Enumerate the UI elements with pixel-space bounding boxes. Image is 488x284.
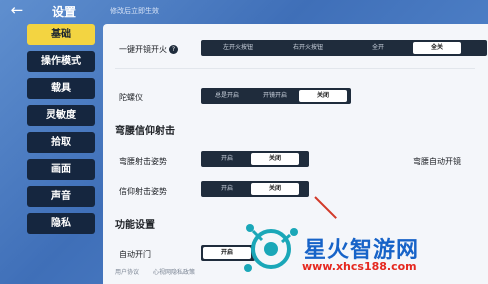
option-off[interactable]: 关闭	[251, 183, 299, 195]
option-off[interactable]: 关闭	[299, 90, 347, 102]
auto-open-door-segment: 开启	[201, 245, 255, 261]
settings-hint: 修改后立即生效	[110, 7, 159, 15]
privacy-policy-link[interactable]: 心视网隐私政策	[153, 269, 195, 276]
settings-panel: 一键开镜开火? 左开火按钮 右开火按钮 全开 全关 陀螺仪 总是开启 开镜开启 …	[103, 24, 488, 284]
divider	[115, 68, 475, 69]
help-icon[interactable]: ?	[169, 45, 178, 54]
sidebar-item-sound[interactable]: 声音	[27, 186, 95, 207]
faith-fire-stance-segment: 开启 关闭	[201, 181, 309, 197]
hip-fire-stance-label: 弯腰射击姿势	[119, 157, 167, 166]
function-section-title: 功能设置	[115, 220, 155, 231]
option-always-on[interactable]: 总是开启	[203, 90, 251, 102]
sidebar-item-pickup[interactable]: 拾取	[27, 132, 95, 153]
option-on[interactable]: 开启	[203, 247, 251, 259]
sidebar-item-sensitivity[interactable]: 灵敏度	[27, 105, 95, 126]
option-on[interactable]: 开启	[203, 183, 251, 195]
faith-fire-stance-label: 信仰射击姿势	[119, 187, 167, 196]
user-agreement-link[interactable]: 用户协议	[115, 269, 139, 276]
one-key-fire-label: 一键开镜开火	[119, 45, 167, 54]
option-on[interactable]: 开启	[203, 153, 251, 165]
one-key-fire-row: 一键开镜开火?	[119, 44, 178, 55]
footer-links: 用户协议 心视网隐私政策	[115, 267, 207, 276]
option-all-off[interactable]: 全关	[413, 42, 461, 54]
one-key-fire-segment: 左开火按钮 右开火按钮 全开 全关	[201, 40, 487, 56]
gyroscope-label: 陀螺仪	[119, 93, 143, 102]
sidebar-item-vehicle[interactable]: 载具	[27, 78, 95, 99]
option-left-fire[interactable]: 左开火按钮	[203, 42, 273, 54]
auto-open-door-label: 自动开门	[119, 250, 151, 259]
option-right-fire[interactable]: 右开火按钮	[273, 42, 343, 54]
sidebar-item-control-mode[interactable]: 操作模式	[27, 51, 95, 72]
back-arrow-icon[interactable]: ←	[8, 1, 26, 19]
top-bar: ← 设置 修改后立即生效	[0, 0, 488, 22]
option-off[interactable]: 关闭	[251, 153, 299, 165]
sidebar-item-graphics[interactable]: 画面	[27, 159, 95, 180]
gyroscope-segment: 总是开启 开镜开启 关闭	[201, 88, 351, 104]
page-title: 设置	[52, 5, 77, 19]
hip-fire-section-title: 弯腰信仰射击	[115, 126, 175, 137]
option-scope-on[interactable]: 开镜开启	[251, 90, 299, 102]
hip-fire-auto-scope-label: 弯腰自动开镜	[413, 157, 461, 166]
settings-sidebar: 基础 操作模式 载具 灵敏度 拾取 画面 声音 隐私	[27, 24, 95, 240]
option-all-on[interactable]: 全开	[343, 42, 413, 54]
sidebar-item-privacy[interactable]: 隐私	[27, 213, 95, 234]
hip-fire-stance-segment: 开启 关闭	[201, 151, 309, 167]
sidebar-item-basic[interactable]: 基础	[27, 24, 95, 45]
